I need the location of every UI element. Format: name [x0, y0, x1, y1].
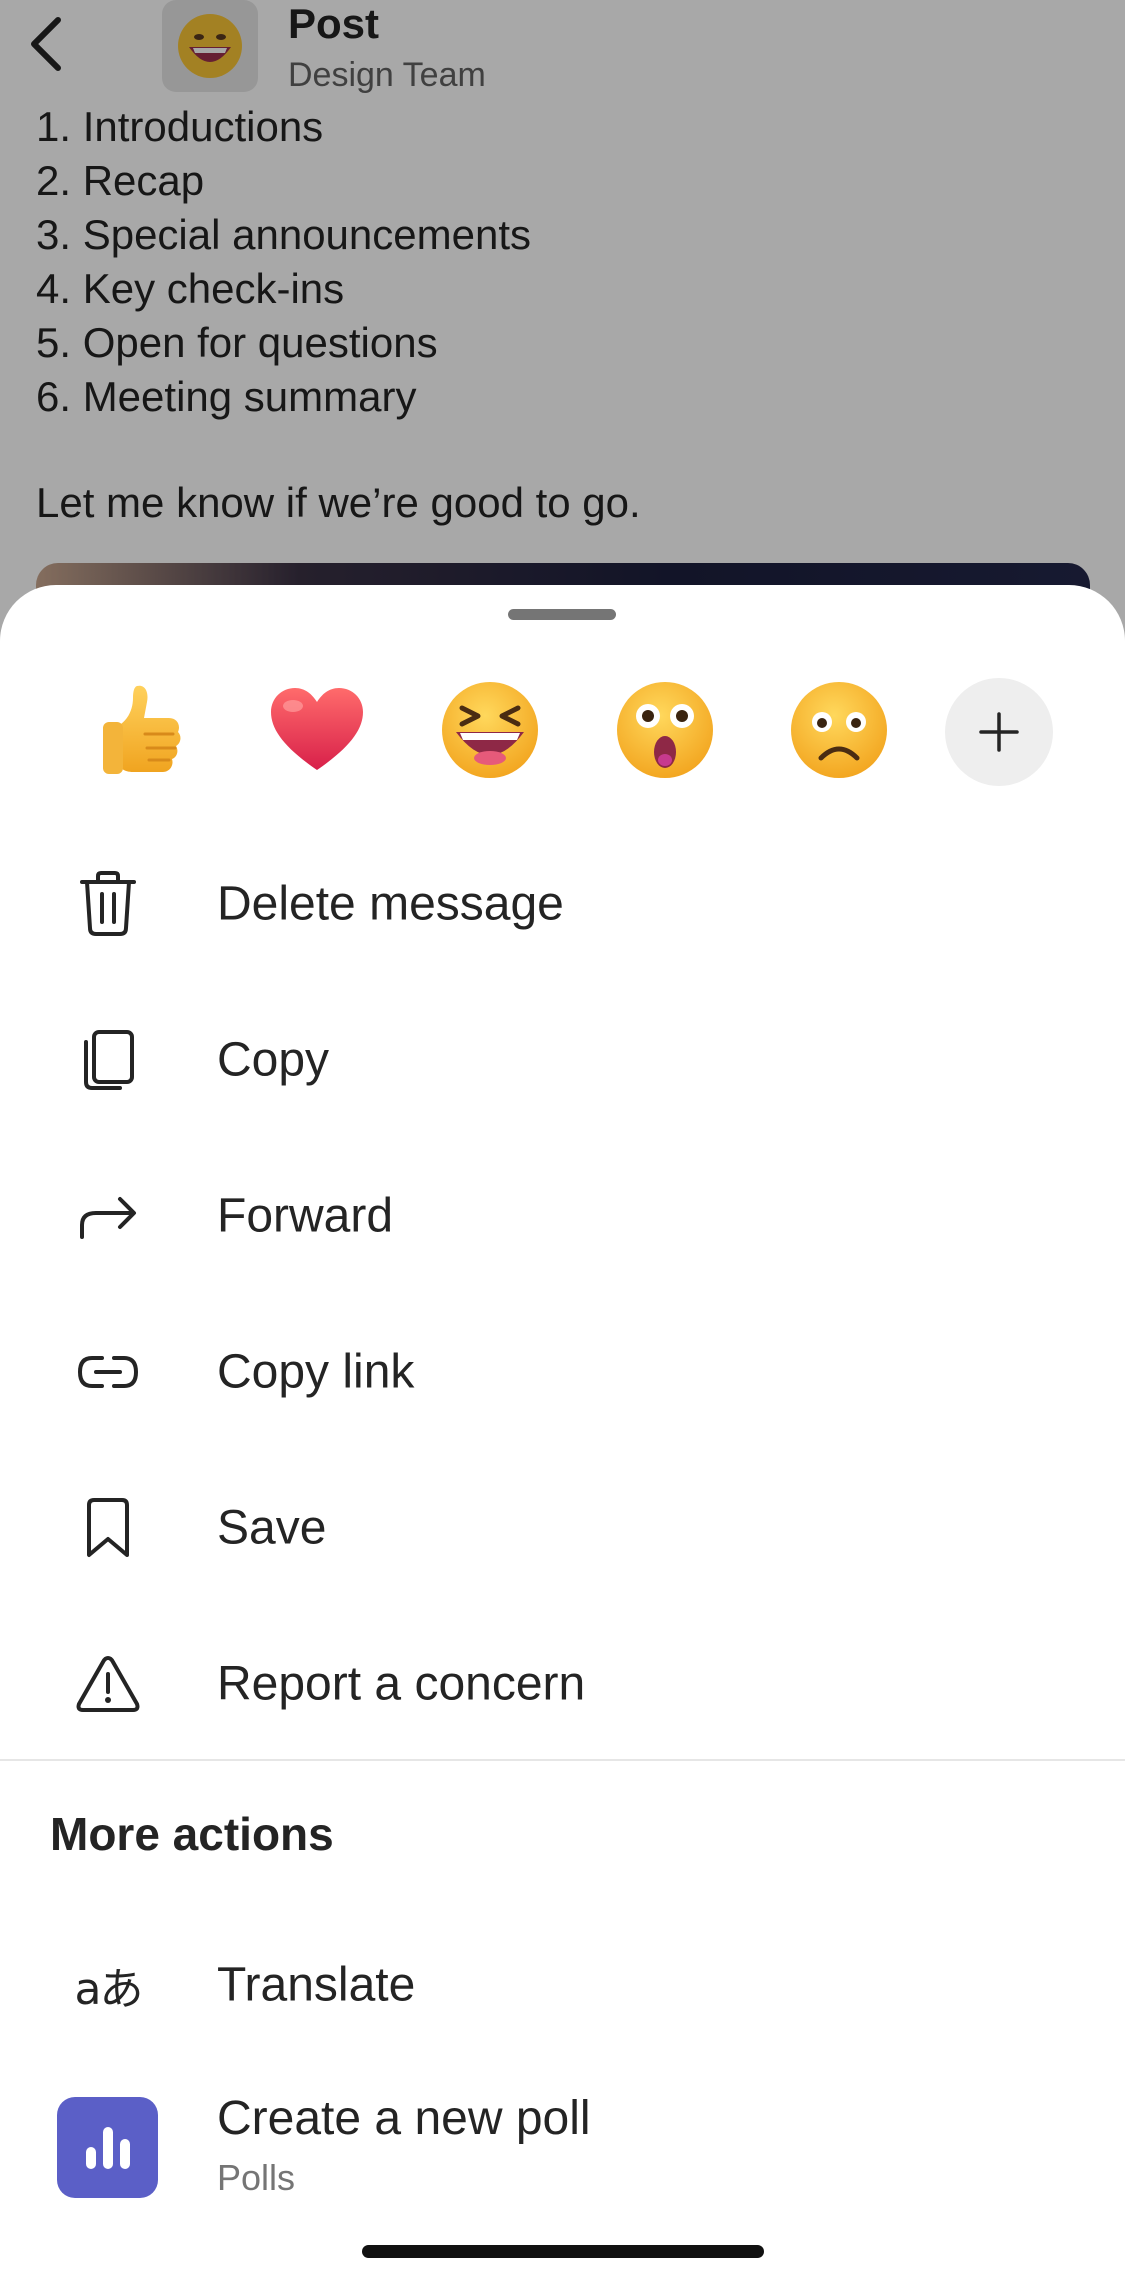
polls-app-icon[interactable] [57, 2097, 158, 2198]
save-label: Save [217, 1501, 327, 1555]
bar-chart-icon [85, 2126, 130, 2169]
surprised-icon [617, 682, 713, 778]
actions-bottom-sheet: Delete message Copy Forward Copy link Sa… [0, 585, 1125, 2284]
copy-item[interactable]: Copy [0, 982, 1125, 1138]
report-concern-label: Report a concern [217, 1657, 586, 1711]
translate-item[interactable]: aあ Translate [0, 1907, 1125, 2063]
warning-icon [70, 1646, 146, 1722]
reaction-thumbs-up[interactable] [86, 675, 196, 785]
delete-message-item[interactable]: Delete message [0, 826, 1125, 982]
delete-message-label: Delete message [217, 877, 564, 931]
reaction-sad[interactable] [784, 675, 894, 785]
forward-arrow-icon [70, 1178, 146, 1254]
translate-label: Translate [217, 1958, 416, 2012]
section-divider [0, 1759, 1125, 1761]
home-indicator [362, 2245, 764, 2258]
polls-app-name: Polls [217, 2157, 296, 2198]
copy-label: Copy [217, 1033, 330, 1087]
link-icon [70, 1334, 146, 1410]
forward-item[interactable]: Forward [0, 1138, 1125, 1294]
reaction-heart[interactable] [262, 675, 372, 785]
report-concern-item[interactable]: Report a concern [0, 1606, 1125, 1762]
copy-link-item[interactable]: Copy link [0, 1294, 1125, 1450]
bookmark-icon [70, 1490, 146, 1566]
plus-icon [979, 712, 1019, 752]
sad-icon [791, 682, 887, 778]
reaction-surprised[interactable] [610, 675, 720, 785]
sheet-grabber[interactable] [508, 609, 616, 620]
add-reaction-button[interactable] [945, 678, 1053, 786]
translate-glyph: aあ [74, 1964, 144, 2015]
trash-icon [70, 866, 146, 942]
copy-icon [70, 1022, 146, 1098]
thumbs-up-icon [103, 685, 181, 774]
create-poll-label[interactable]: Create a new poll [217, 2091, 591, 2146]
heart-icon [271, 688, 363, 770]
more-actions-heading: More actions [50, 1808, 334, 1860]
translate-icon: aあ [70, 1947, 146, 2023]
laughing-icon [442, 682, 538, 778]
save-item[interactable]: Save [0, 1450, 1125, 1606]
copy-link-label: Copy link [217, 1345, 415, 1399]
forward-label: Forward [217, 1189, 394, 1243]
reaction-laughing[interactable] [435, 675, 545, 785]
